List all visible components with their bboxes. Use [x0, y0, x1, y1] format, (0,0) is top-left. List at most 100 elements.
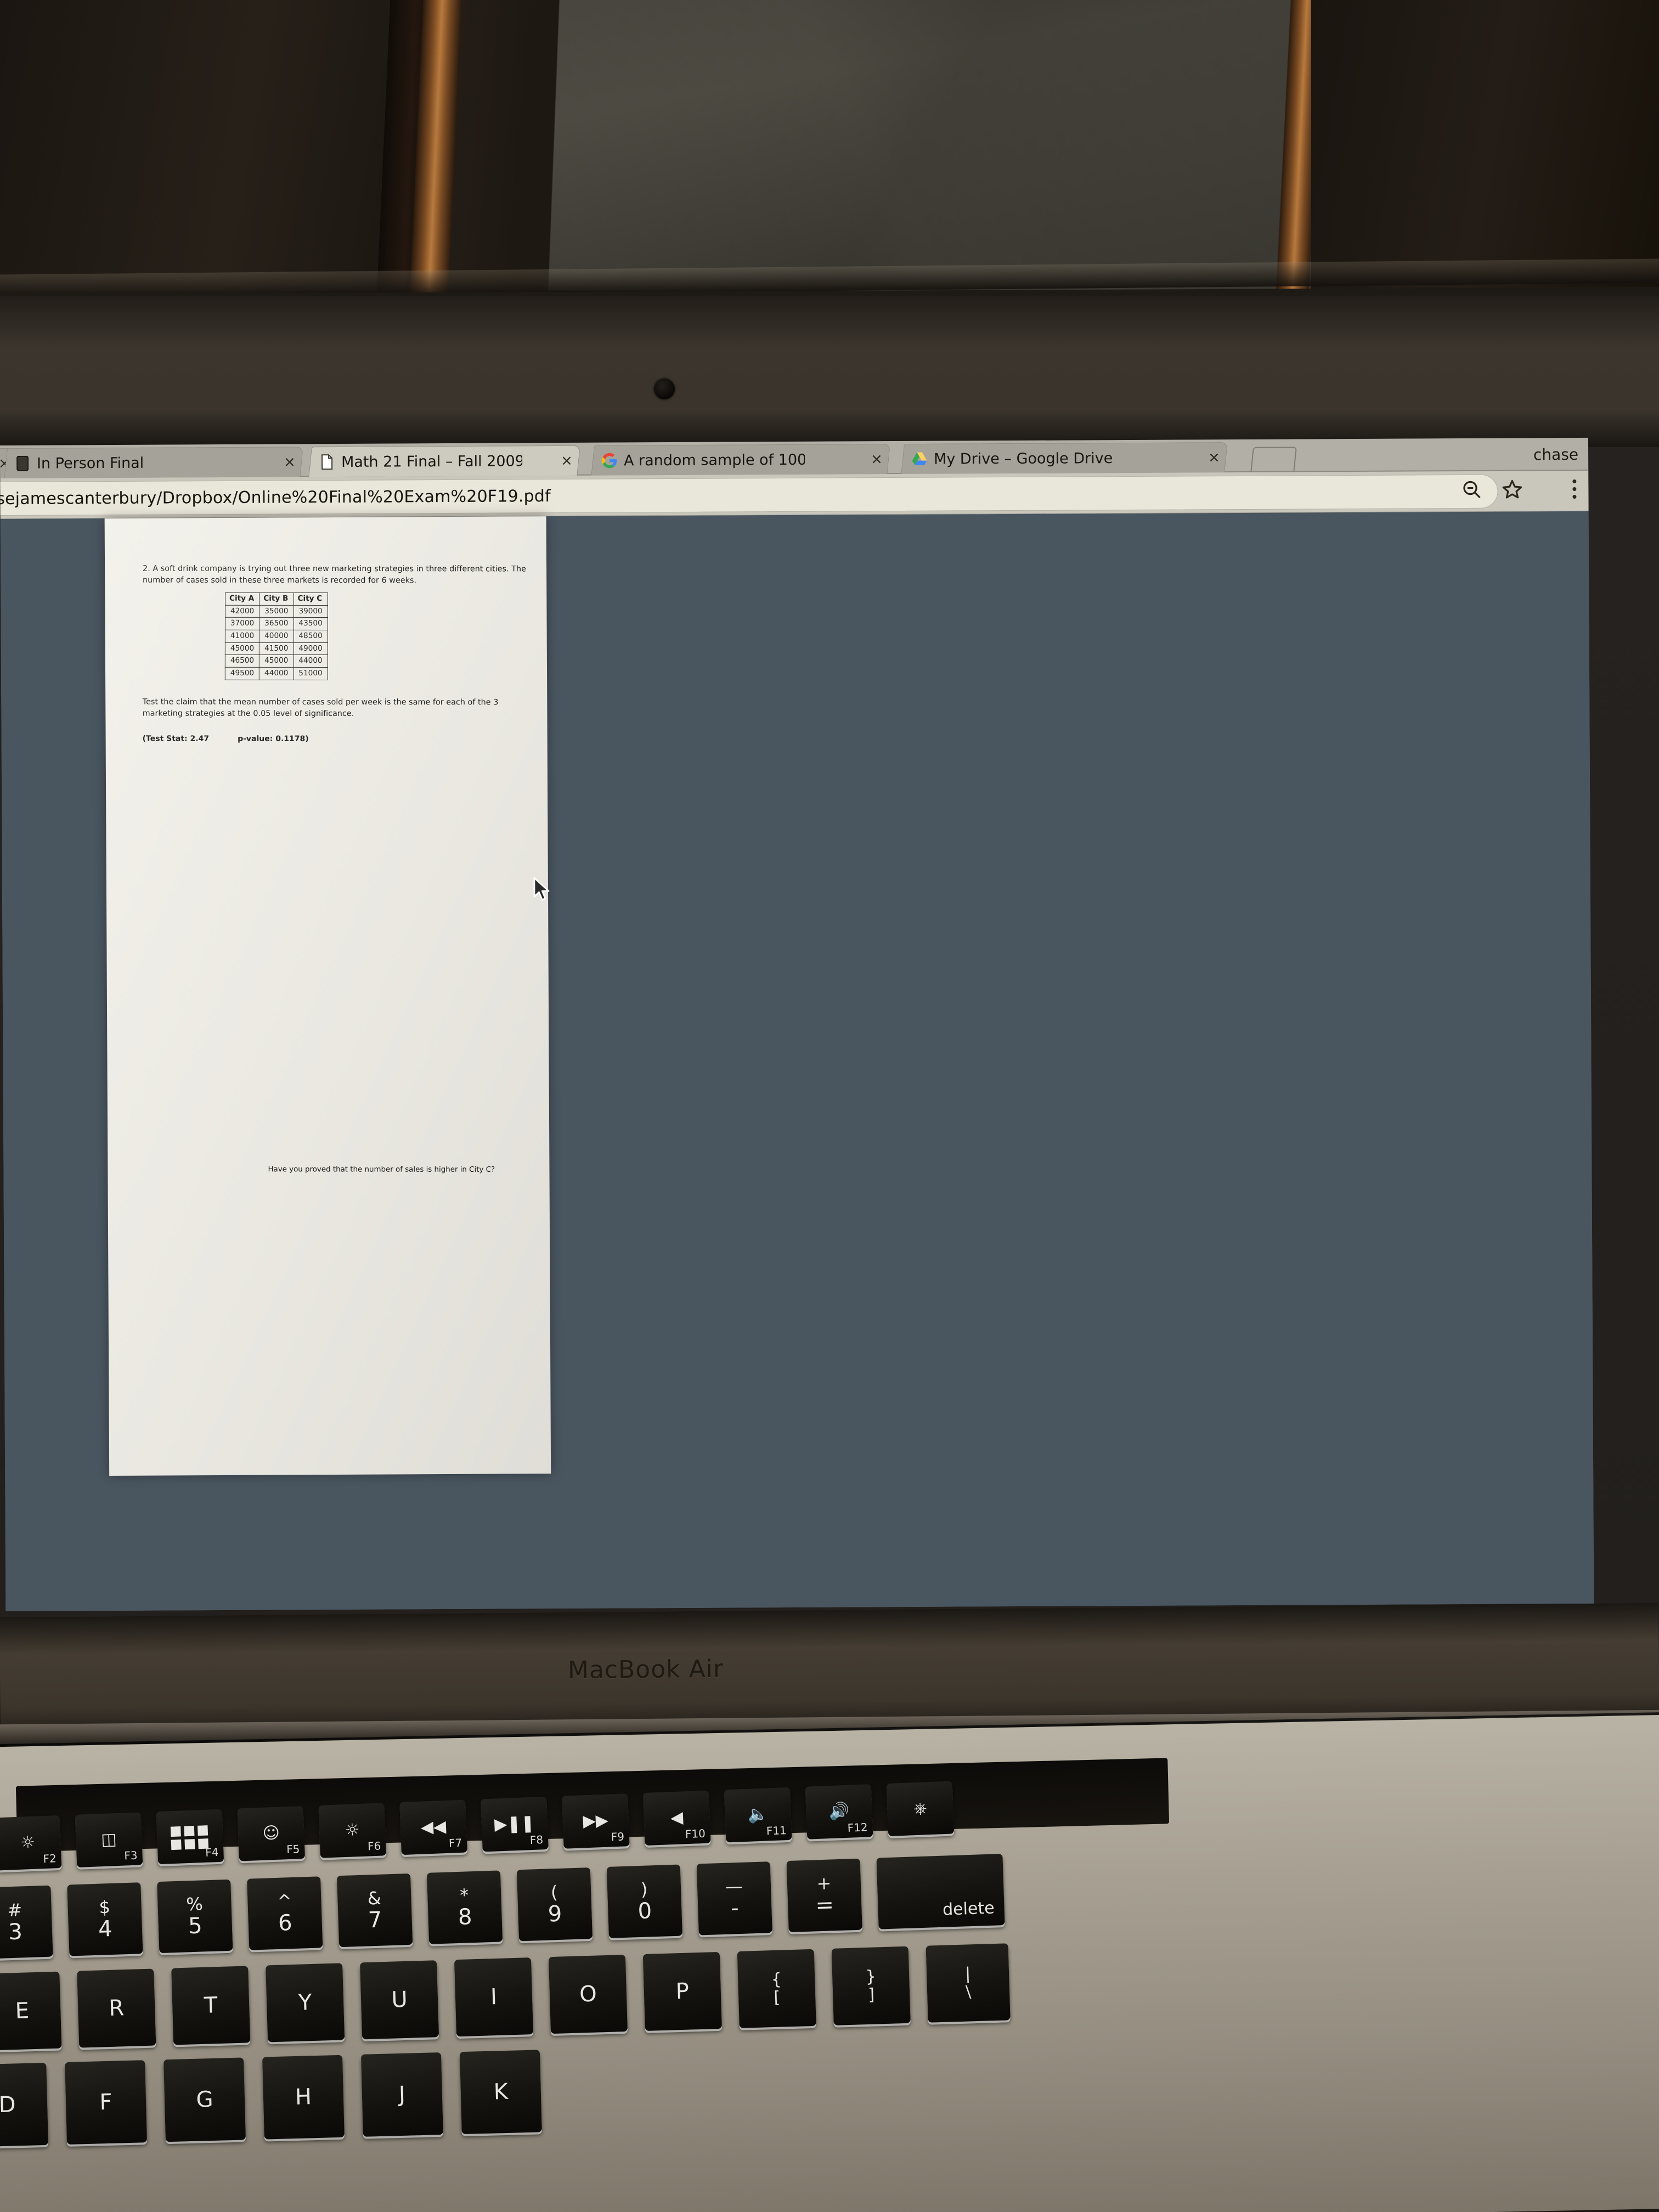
- tab-close-button[interactable]: ×: [276, 454, 296, 470]
- key-0[interactable]: ) 0: [606, 1864, 682, 1938]
- tab-google-search[interactable]: A random sample of 100 COS ×: [591, 444, 890, 476]
- key-shift-label: ): [640, 1878, 648, 1900]
- key-delete[interactable]: delete: [876, 1854, 1005, 1929]
- key-label: F: [99, 2089, 113, 2115]
- key-label: 7: [368, 1907, 383, 1933]
- key-label: P: [675, 1978, 690, 2005]
- key-d[interactable]: D: [0, 2062, 49, 2147]
- star-icon[interactable]: [1502, 478, 1522, 499]
- key-y[interactable]: Y: [266, 1963, 345, 2042]
- cell: 40000: [259, 630, 294, 643]
- key-f10-mute[interactable]: ◀ F10: [642, 1790, 711, 1846]
- key-3[interactable]: # 3: [0, 1885, 53, 1959]
- key-7[interactable]: & 7: [336, 1873, 413, 1948]
- key-g[interactable]: G: [163, 2057, 246, 2142]
- key-9[interactable]: ( 9: [516, 1867, 593, 1942]
- key-label: | \: [964, 1964, 972, 2002]
- key-left-bracket[interactable]: { [: [737, 1949, 816, 2028]
- key-u[interactable]: U: [360, 1960, 439, 2040]
- key-label: F12: [847, 1820, 868, 1835]
- key-shift-label: #: [7, 1899, 22, 1921]
- key-f[interactable]: F: [65, 2060, 148, 2145]
- key-f12-volume-up[interactable]: 🔊 F12: [805, 1784, 873, 1839]
- cell: 41000: [225, 630, 259, 643]
- tab-in-person-final[interactable]: In Person Final ×: [4, 447, 303, 478]
- table-row: 46500 45000 44000: [225, 654, 328, 668]
- photo-of-laptop-screen: × In Person Final × Math 21: [0, 0, 1659, 2212]
- key-right-bracket[interactable]: } ]: [831, 1946, 911, 2025]
- key-f11-volume-down[interactable]: 🔈 F11: [724, 1787, 792, 1843]
- google-drive-icon: [912, 452, 927, 467]
- key-f2-brightness-up[interactable]: ☼ F2: [0, 1815, 62, 1871]
- key-label: F2: [43, 1852, 57, 1866]
- key-label: } ]: [865, 1967, 877, 2005]
- key-h[interactable]: H: [262, 2055, 345, 2140]
- instruction-paragraph: Test the claim that the mean number of c…: [142, 697, 499, 719]
- cell: 44000: [259, 667, 294, 680]
- google-icon: [602, 453, 617, 469]
- tab-close-button[interactable]: ×: [553, 453, 573, 469]
- laptop-screen: × In Person Final × Math 21: [0, 437, 1594, 1611]
- key-label: F9: [611, 1830, 625, 1844]
- key-label: E: [15, 1998, 30, 2024]
- key-power[interactable]: ⎈: [886, 1781, 955, 1837]
- key-t[interactable]: T: [171, 1966, 251, 2045]
- key-shift-label: —: [725, 1875, 743, 1897]
- key-label: F5: [286, 1842, 300, 1857]
- key-shift-label: &: [367, 1887, 382, 1909]
- key-label: F8: [529, 1833, 544, 1847]
- tab-close-button[interactable]: ×: [863, 451, 883, 467]
- key-f3-mission-control[interactable]: ◫ F3: [75, 1812, 143, 1867]
- zoom-out-icon[interactable]: [1461, 479, 1482, 500]
- key-k[interactable]: K: [459, 2050, 542, 2135]
- tab-math-21-final[interactable]: Math 21 Final – Fall 2009 ×: [308, 445, 580, 477]
- tab-close-button[interactable]: ×: [1200, 449, 1220, 466]
- key-shift-label: %: [185, 1893, 204, 1915]
- key-f9-fast-forward[interactable]: ▶▶ F9: [562, 1793, 630, 1849]
- key-label: 3: [8, 1919, 23, 1945]
- key-o[interactable]: O: [548, 1955, 628, 2034]
- key-f8-play-pause[interactable]: ▶❚❚ F8: [481, 1796, 549, 1852]
- key-shift-label: $: [98, 1897, 111, 1918]
- key-4[interactable]: $ 4: [67, 1882, 143, 1956]
- key-label: D: [0, 2092, 16, 2118]
- brightness-up-icon: ☼: [20, 1832, 36, 1853]
- key-r[interactable]: R: [77, 1968, 156, 2048]
- key-j[interactable]: J: [360, 2052, 443, 2137]
- key-6[interactable]: ^ 6: [247, 1876, 323, 1950]
- key-8[interactable]: * 8: [426, 1870, 503, 1944]
- fast-forward-icon: ▶▶: [583, 1810, 609, 1831]
- key-label: U: [391, 1987, 408, 2013]
- volume-up-icon: 🔊: [828, 1801, 850, 1822]
- play-pause-icon: ▶❚❚: [494, 1813, 535, 1835]
- key-i[interactable]: I: [454, 1957, 534, 2037]
- key-f5-keyboard-backlight-down[interactable]: ☺ F5: [237, 1805, 306, 1861]
- key-f6-keyboard-backlight-up[interactable]: ☼ F6: [318, 1803, 386, 1858]
- key-label: F3: [123, 1848, 138, 1863]
- document-icon: [15, 455, 30, 471]
- kebab-menu-icon[interactable]: [1572, 479, 1577, 499]
- cases-sold-table: City A City B City C 42000 35000 39000 3…: [225, 592, 328, 680]
- pdf-file-icon: [319, 454, 335, 470]
- key-label: 9: [548, 1901, 563, 1927]
- key-f7-rewind[interactable]: ◀◀ F7: [399, 1799, 467, 1855]
- key-equals[interactable]: + =: [786, 1858, 862, 1933]
- pdf-viewer-viewport[interactable]: 2. A soft drink company is trying out th…: [0, 511, 1594, 1611]
- address-bar[interactable]: hasejamescanterbury/Dropbox/Online%20Fin…: [0, 474, 1498, 516]
- key-f4-launchpad[interactable]: ■■■ ■■■ F4: [156, 1809, 224, 1865]
- table-row: 49500 44000 51000: [225, 667, 328, 680]
- key-label: F7: [448, 1836, 462, 1850]
- key-label: I: [490, 1984, 498, 2010]
- key-minus[interactable]: — -: [696, 1861, 772, 1936]
- key-e[interactable]: E: [0, 1971, 62, 2051]
- key-5[interactable]: % 5: [157, 1879, 233, 1954]
- macbook-air-brand-label: MacBook Air: [567, 1655, 724, 1685]
- key-p[interactable]: P: [642, 1951, 722, 2031]
- omnibox-action-icons: [1461, 478, 1522, 500]
- table-header-row: City A City B City C: [225, 592, 328, 606]
- profile-name-label[interactable]: chase: [1533, 445, 1578, 464]
- tab-google-drive[interactable]: My Drive – Google Drive ×: [901, 442, 1228, 474]
- key-label: -: [730, 1895, 740, 1921]
- key-label: F10: [685, 1826, 706, 1841]
- key-backslash[interactable]: | \: [926, 1943, 1011, 2023]
